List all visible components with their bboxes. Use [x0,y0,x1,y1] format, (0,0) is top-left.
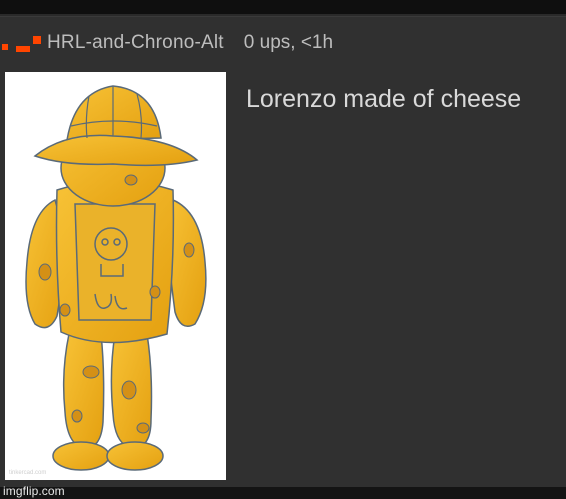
logo-icon [2,31,42,55]
post-image[interactable]: tinkercad.com [5,72,226,480]
cheese-figure-illustration [25,85,207,471]
bottom-bar [0,487,566,499]
post-title[interactable]: Lorenzo made of cheese [246,85,521,114]
post-card: HRL-and-Chrono-Alt 0 ups, <1h tinkercad.… [0,16,566,488]
username-link[interactable]: HRL-and-Chrono-Alt [47,32,224,54]
post-header: HRL-and-Chrono-Alt 0 ups, <1h [0,27,566,59]
imgflip-watermark: imgflip.com [3,484,65,498]
top-bar [0,0,566,16]
post-meta: 0 ups, <1h [243,32,334,53]
image-corner-mark: tinkercad.com [9,470,47,476]
meme-frame: HRL-and-Chrono-Alt 0 ups, <1h tinkercad.… [0,0,566,499]
